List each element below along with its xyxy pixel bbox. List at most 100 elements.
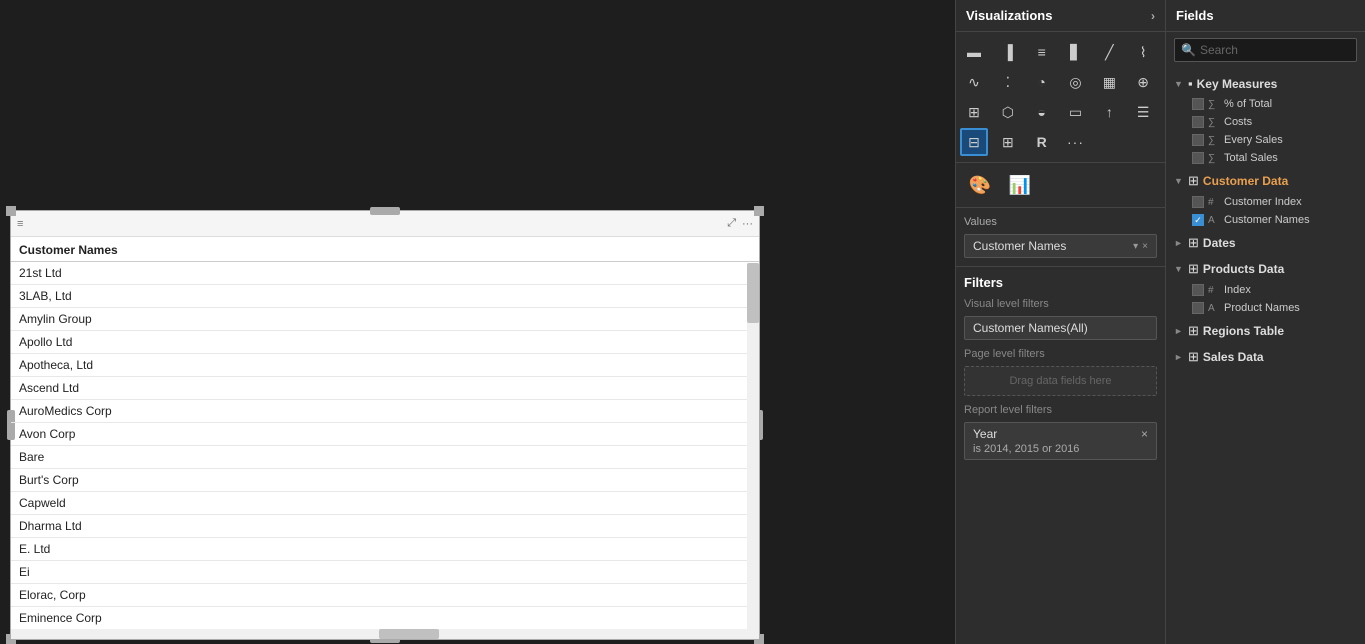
filters-title: Filters bbox=[964, 275, 1157, 290]
field-item-every-sales[interactable]: ∑Every Sales bbox=[1166, 131, 1365, 149]
table-row[interactable]: Ascend Ltd bbox=[11, 377, 759, 400]
table-row[interactable]: Elorac, Corp bbox=[11, 584, 759, 607]
area-chart-icon[interactable]: ⌇ bbox=[1129, 38, 1157, 66]
table-row[interactable]: Amylin Group bbox=[11, 308, 759, 331]
stacked-bar-icon[interactable]: ▬ bbox=[960, 38, 988, 66]
treemap-icon[interactable]: ▦ bbox=[1095, 68, 1123, 96]
line-chart-icon[interactable]: ╱ bbox=[1095, 38, 1123, 66]
table-list[interactable]: 21st Ltd3LAB, LtdAmylin GroupApollo LtdA… bbox=[11, 262, 759, 628]
focus-icon[interactable]: ⤢ bbox=[727, 217, 736, 230]
line-clustered-icon[interactable]: ∿ bbox=[960, 68, 988, 96]
scroll-thumb-horizontal[interactable] bbox=[379, 629, 439, 639]
format-paint-icon[interactable]: 🎨 bbox=[964, 169, 996, 201]
scroll-track-horizontal[interactable] bbox=[11, 629, 747, 639]
checkbox-unchecked[interactable] bbox=[1192, 302, 1204, 314]
more-viz-icon[interactable]: ··· bbox=[1062, 128, 1090, 156]
field-item-%-of-total[interactable]: ∑% of Total bbox=[1166, 95, 1365, 113]
scroll-thumb-vertical[interactable] bbox=[747, 263, 759, 323]
table-row[interactable]: 3LAB, Ltd bbox=[11, 285, 759, 308]
slicer-icon[interactable]: ☰ bbox=[1129, 98, 1157, 126]
filled-map-icon[interactable]: ⊞ bbox=[960, 98, 988, 126]
field-item-costs[interactable]: ∑Costs bbox=[1166, 113, 1365, 131]
field-item-customer-names[interactable]: ✓ACustomer Names bbox=[1166, 211, 1365, 229]
field-group-header-regions-table[interactable]: ►⊞Regions Table bbox=[1166, 319, 1365, 343]
field-group-header-customer-data[interactable]: ▼⊞Customer Data bbox=[1166, 169, 1365, 193]
fields-tree: ▼▪Key Measures∑% of Total∑Costs∑Every Sa… bbox=[1166, 68, 1365, 644]
visual-card[interactable]: ≡ ⤢ ··· Customer Names 21st Ltd3LAB, Ltd… bbox=[10, 210, 760, 640]
table-row[interactable]: Avon Corp bbox=[11, 423, 759, 446]
scatter-icon[interactable]: ⁚ bbox=[994, 68, 1022, 96]
table-viz-icon[interactable]: ⊟ bbox=[960, 128, 988, 156]
donut-icon[interactable]: ◎ bbox=[1062, 68, 1090, 96]
stacked-bar-h-icon[interactable]: ≡ bbox=[1028, 38, 1056, 66]
checkbox-unchecked[interactable] bbox=[1192, 116, 1204, 128]
field-chip-arrow[interactable]: ▾ bbox=[1133, 241, 1138, 252]
search-input[interactable] bbox=[1200, 43, 1350, 57]
gauge-icon[interactable]: ◒ bbox=[1028, 98, 1056, 126]
page-level-label: Page level filters bbox=[964, 348, 1157, 360]
selected-viz-icons: 🎨 📊 bbox=[964, 169, 1036, 201]
group-label-sales-data: Sales Data bbox=[1203, 350, 1264, 364]
field-type-icon: # bbox=[1208, 197, 1220, 208]
clustered-bar-icon[interactable]: ▐ bbox=[994, 38, 1022, 66]
clustered-bar-h-icon[interactable]: ▋ bbox=[1062, 38, 1090, 66]
fields-panel: Fields 🔍 ▼▪Key Measures∑% of Total∑Costs… bbox=[1165, 0, 1365, 644]
checkbox-unchecked[interactable] bbox=[1192, 284, 1204, 296]
table-row[interactable]: Capweld bbox=[11, 492, 759, 515]
field-item-label: % of Total bbox=[1224, 98, 1272, 110]
filter-chip-year[interactable]: Year is 2014, 2015 or 2016 × bbox=[964, 422, 1157, 460]
field-item-product-names[interactable]: AProduct Names bbox=[1166, 299, 1365, 317]
checkbox-unchecked[interactable] bbox=[1192, 196, 1204, 208]
table-row[interactable]: 21st Ltd bbox=[11, 262, 759, 285]
table-row[interactable]: Dharma Ltd bbox=[11, 515, 759, 538]
group-icon-customer-data: ⊞ bbox=[1188, 173, 1199, 189]
field-item-index[interactable]: #Index bbox=[1166, 281, 1365, 299]
checkbox-unchecked[interactable] bbox=[1192, 152, 1204, 164]
group-icon-sales-data: ⊞ bbox=[1188, 349, 1199, 365]
resize-handle-top-right[interactable] bbox=[754, 206, 764, 216]
year-filter-close[interactable]: × bbox=[1141, 427, 1148, 441]
checkbox-checked[interactable]: ✓ bbox=[1192, 214, 1204, 226]
table-row[interactable]: Apotheca, Ltd bbox=[11, 354, 759, 377]
field-group-header-key-measures[interactable]: ▼▪Key Measures bbox=[1166, 72, 1365, 95]
group-label-key-measures: Key Measures bbox=[1197, 77, 1278, 91]
fields-panel-header: Fields bbox=[1166, 0, 1365, 32]
field-item-customer-index[interactable]: #Customer Index bbox=[1166, 193, 1365, 211]
table-row[interactable]: Burt's Corp bbox=[11, 469, 759, 492]
field-item-label: Customer Names bbox=[1224, 214, 1310, 226]
table-row[interactable]: Bare bbox=[11, 446, 759, 469]
field-chip-customer-names[interactable]: Customer Names ▾ × bbox=[964, 234, 1157, 258]
field-type-icon: # bbox=[1208, 285, 1220, 296]
panel-collapse-arrow[interactable]: › bbox=[1151, 9, 1155, 23]
matrix-viz-icon[interactable]: ⊞ bbox=[994, 128, 1022, 156]
field-chip-close[interactable]: × bbox=[1142, 241, 1148, 252]
r-visual-icon[interactable]: R bbox=[1028, 128, 1056, 156]
checkbox-unchecked[interactable] bbox=[1192, 134, 1204, 146]
checkbox-unchecked[interactable] bbox=[1192, 98, 1204, 110]
filter-chip-customer-names[interactable]: Customer Names(All) bbox=[964, 316, 1157, 340]
scroll-track-vertical[interactable] bbox=[747, 263, 759, 639]
funnel-icon[interactable]: ⬡ bbox=[994, 98, 1022, 126]
card-icon[interactable]: ▭ bbox=[1062, 98, 1090, 126]
pie-icon[interactable]: ◔ bbox=[1028, 68, 1056, 96]
map-icon[interactable]: ⊕ bbox=[1129, 68, 1157, 96]
table-row[interactable]: Apollo Ltd bbox=[11, 331, 759, 354]
table-row[interactable]: Ei bbox=[11, 561, 759, 584]
canvas-area: ≡ ⤢ ··· Customer Names 21st Ltd3LAB, Ltd… bbox=[0, 0, 955, 644]
field-group-header-sales-data[interactable]: ►⊞Sales Data bbox=[1166, 345, 1365, 369]
field-type-icon: A bbox=[1208, 303, 1220, 314]
table-row[interactable]: Eminence Corp bbox=[11, 607, 759, 628]
field-group-header-dates[interactable]: ►⊞Dates bbox=[1166, 231, 1365, 255]
field-group-header-products-data[interactable]: ▼⊞Products Data bbox=[1166, 257, 1365, 281]
field-type-icon: ∑ bbox=[1208, 117, 1220, 128]
table-row[interactable]: E. Ltd bbox=[11, 538, 759, 561]
more-icon[interactable]: ··· bbox=[742, 218, 753, 230]
kpi-icon[interactable]: ↑ bbox=[1095, 98, 1123, 126]
resize-handle-top[interactable] bbox=[370, 207, 400, 215]
table-row[interactable]: AuroMedics Corp bbox=[11, 400, 759, 423]
drag-zone[interactable]: Drag data fields here bbox=[964, 366, 1157, 396]
fields-search-box[interactable]: 🔍 bbox=[1174, 38, 1357, 62]
field-item-total-sales[interactable]: ∑Total Sales bbox=[1166, 149, 1365, 167]
resize-handle-top-left[interactable] bbox=[6, 206, 16, 216]
analytics-icon[interactable]: 📊 bbox=[1004, 169, 1036, 201]
